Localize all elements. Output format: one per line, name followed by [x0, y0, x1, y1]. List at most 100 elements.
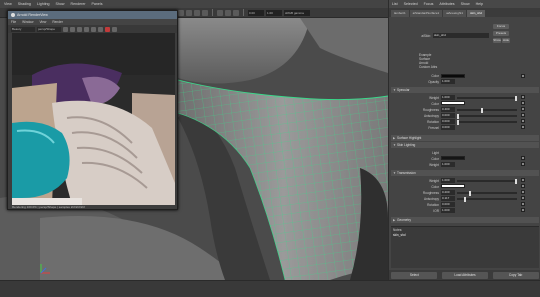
crop-icon[interactable]	[77, 26, 82, 32]
stop-render-icon[interactable]	[105, 26, 110, 32]
surface-highlight-section-header[interactable]: ▶ Surface Highlight	[391, 135, 539, 141]
notes-area[interactable]: Notes: skin_shd	[391, 226, 539, 268]
menu-lighting[interactable]: Lighting	[37, 2, 50, 6]
menu-show[interactable]: Show	[56, 2, 65, 6]
color-swatch[interactable]	[441, 156, 465, 160]
node-name-field[interactable]: skin_shd	[433, 33, 489, 38]
color-swatch[interactable]	[441, 74, 465, 78]
map-button-icon[interactable]	[521, 95, 525, 99]
color-swatch[interactable]	[441, 184, 465, 188]
rw-menu-window[interactable]: Window	[22, 20, 33, 24]
slider-knob[interactable]	[469, 190, 471, 196]
anisotropy-slider[interactable]	[457, 196, 517, 202]
roughness-field[interactable]: 0.400	[441, 107, 455, 112]
rw-menu-render[interactable]: Render	[52, 20, 62, 24]
light-icon[interactable]	[217, 9, 223, 16]
slider-knob[interactable]	[457, 119, 459, 125]
color-swatch[interactable]	[441, 101, 465, 105]
camera-icon[interactable]	[178, 9, 184, 16]
map-button-icon[interactable]	[521, 178, 525, 182]
menu-renderer[interactable]: Renderer	[71, 2, 86, 6]
render-window-titlebar[interactable]: Arnold RenderView	[8, 11, 177, 19]
rw-menu-file[interactable]: File	[11, 20, 16, 24]
channel-icon[interactable]	[98, 26, 103, 32]
refresh-icon[interactable]	[70, 26, 75, 32]
weight-field[interactable]: 1.000	[441, 95, 455, 100]
viewport-panel[interactable]: View Shading Lighting Show Renderer Pane…	[0, 0, 388, 280]
tab-lambert1[interactable]: lambert1	[391, 10, 409, 17]
map-button-icon[interactable]	[521, 162, 525, 166]
map-button-icon[interactable]	[521, 125, 525, 129]
slider-knob[interactable]	[464, 196, 466, 202]
notes-text[interactable]: skin_shd	[391, 233, 539, 237]
shadow-icon[interactable]	[225, 9, 231, 16]
map-button-icon[interactable]	[521, 202, 525, 206]
anisotropy-field[interactable]: 0.000	[441, 113, 455, 118]
specular-section-header[interactable]: ▼ Specular	[391, 87, 539, 93]
render-view-window[interactable]: Arnold RenderView File Window View Rende…	[7, 10, 178, 210]
map-button-icon[interactable]	[521, 208, 525, 212]
menu-shading[interactable]: Shading	[18, 2, 31, 6]
ae-menu-focus[interactable]: Focus	[424, 2, 434, 6]
fresnel-field[interactable]: 0.000	[441, 125, 455, 130]
rw-menu-view[interactable]: View	[39, 20, 46, 24]
roughness-slider[interactable]	[457, 107, 517, 113]
wireframe-icon[interactable]	[194, 9, 200, 16]
map-button-icon[interactable]	[521, 74, 525, 78]
slider-knob[interactable]	[515, 178, 517, 184]
geometry-section-header[interactable]: ▶ Geometry	[391, 217, 539, 223]
show-button[interactable]: Show	[493, 38, 501, 43]
grid-icon[interactable]	[186, 9, 192, 16]
weight-field[interactable]: 1.000	[441, 162, 455, 167]
ae-menu-help[interactable]: Help	[476, 2, 483, 6]
map-button-icon[interactable]	[521, 184, 525, 188]
color-space-dropdown[interactable]: sRGB gamma	[284, 9, 310, 16]
opacity-field[interactable]: 1.000	[441, 79, 455, 84]
slider-knob[interactable]	[481, 107, 483, 113]
ae-menu-list[interactable]: List	[392, 2, 398, 6]
transmission-section-header[interactable]: ▼ Transmission	[391, 170, 539, 176]
snapshot-icon[interactable]	[84, 26, 89, 32]
rotation-field[interactable]: 0.000	[441, 202, 455, 207]
smooth-shade-icon[interactable]	[202, 9, 208, 16]
select-button[interactable]: Select	[391, 271, 438, 279]
exposure-field[interactable]: 0.00	[248, 9, 264, 16]
anisotropy-field[interactable]: 0.117	[441, 196, 455, 201]
ae-menu-selected[interactable]: Selected	[404, 2, 418, 6]
map-button-icon[interactable]	[521, 101, 525, 105]
weight-field[interactable]: 1.000	[441, 178, 455, 183]
map-button-icon[interactable]	[521, 107, 525, 111]
tab-standard-surface[interactable]: aiStandardSurface1	[409, 10, 443, 17]
channel-icon[interactable]	[91, 26, 96, 32]
skin-lighting-section-header[interactable]: ▼ Skin Lighting	[391, 142, 539, 148]
copy-tab-button[interactable]: Copy Tab	[492, 271, 539, 279]
gamma-field[interactable]: 1.00	[266, 9, 282, 16]
camera-dropdown[interactable]: persp/Shape	[37, 26, 61, 32]
slider-knob[interactable]	[515, 95, 517, 101]
aov-dropdown[interactable]: Beauty	[11, 26, 35, 32]
map-button-icon[interactable]	[521, 190, 525, 194]
slider-knob[interactable]	[457, 113, 459, 119]
weight-slider[interactable]	[457, 95, 517, 101]
tab-area-light[interactable]: aiAreaLight1	[443, 10, 467, 17]
map-button-icon[interactable]	[521, 113, 525, 117]
weight-slider[interactable]	[457, 178, 517, 184]
ae-menu-show[interactable]: Show	[461, 2, 470, 6]
ior-field[interactable]: 1.000	[441, 208, 455, 213]
menu-view[interactable]: View	[4, 2, 12, 6]
xray-icon[interactable]	[233, 9, 239, 16]
map-button-icon[interactable]	[521, 119, 525, 123]
map-button-icon[interactable]	[521, 156, 525, 160]
rotation-field[interactable]: 0.000	[441, 119, 455, 124]
tab-skin-shd[interactable]: skin_shd	[467, 10, 485, 17]
map-button-icon[interactable]	[521, 196, 525, 200]
roughness-slider[interactable]	[457, 190, 517, 196]
rotation-slider[interactable]	[457, 119, 517, 125]
hide-button[interactable]: Hide	[502, 38, 510, 43]
focus-button[interactable]: Focus	[493, 24, 509, 29]
load-attributes-button[interactable]: Load Attributes	[441, 271, 488, 279]
anisotropy-slider[interactable]	[457, 113, 517, 119]
play-icon[interactable]	[63, 26, 68, 32]
presets-button[interactable]: Presets	[493, 31, 509, 36]
ae-menu-attributes[interactable]: Attributes	[439, 2, 454, 6]
